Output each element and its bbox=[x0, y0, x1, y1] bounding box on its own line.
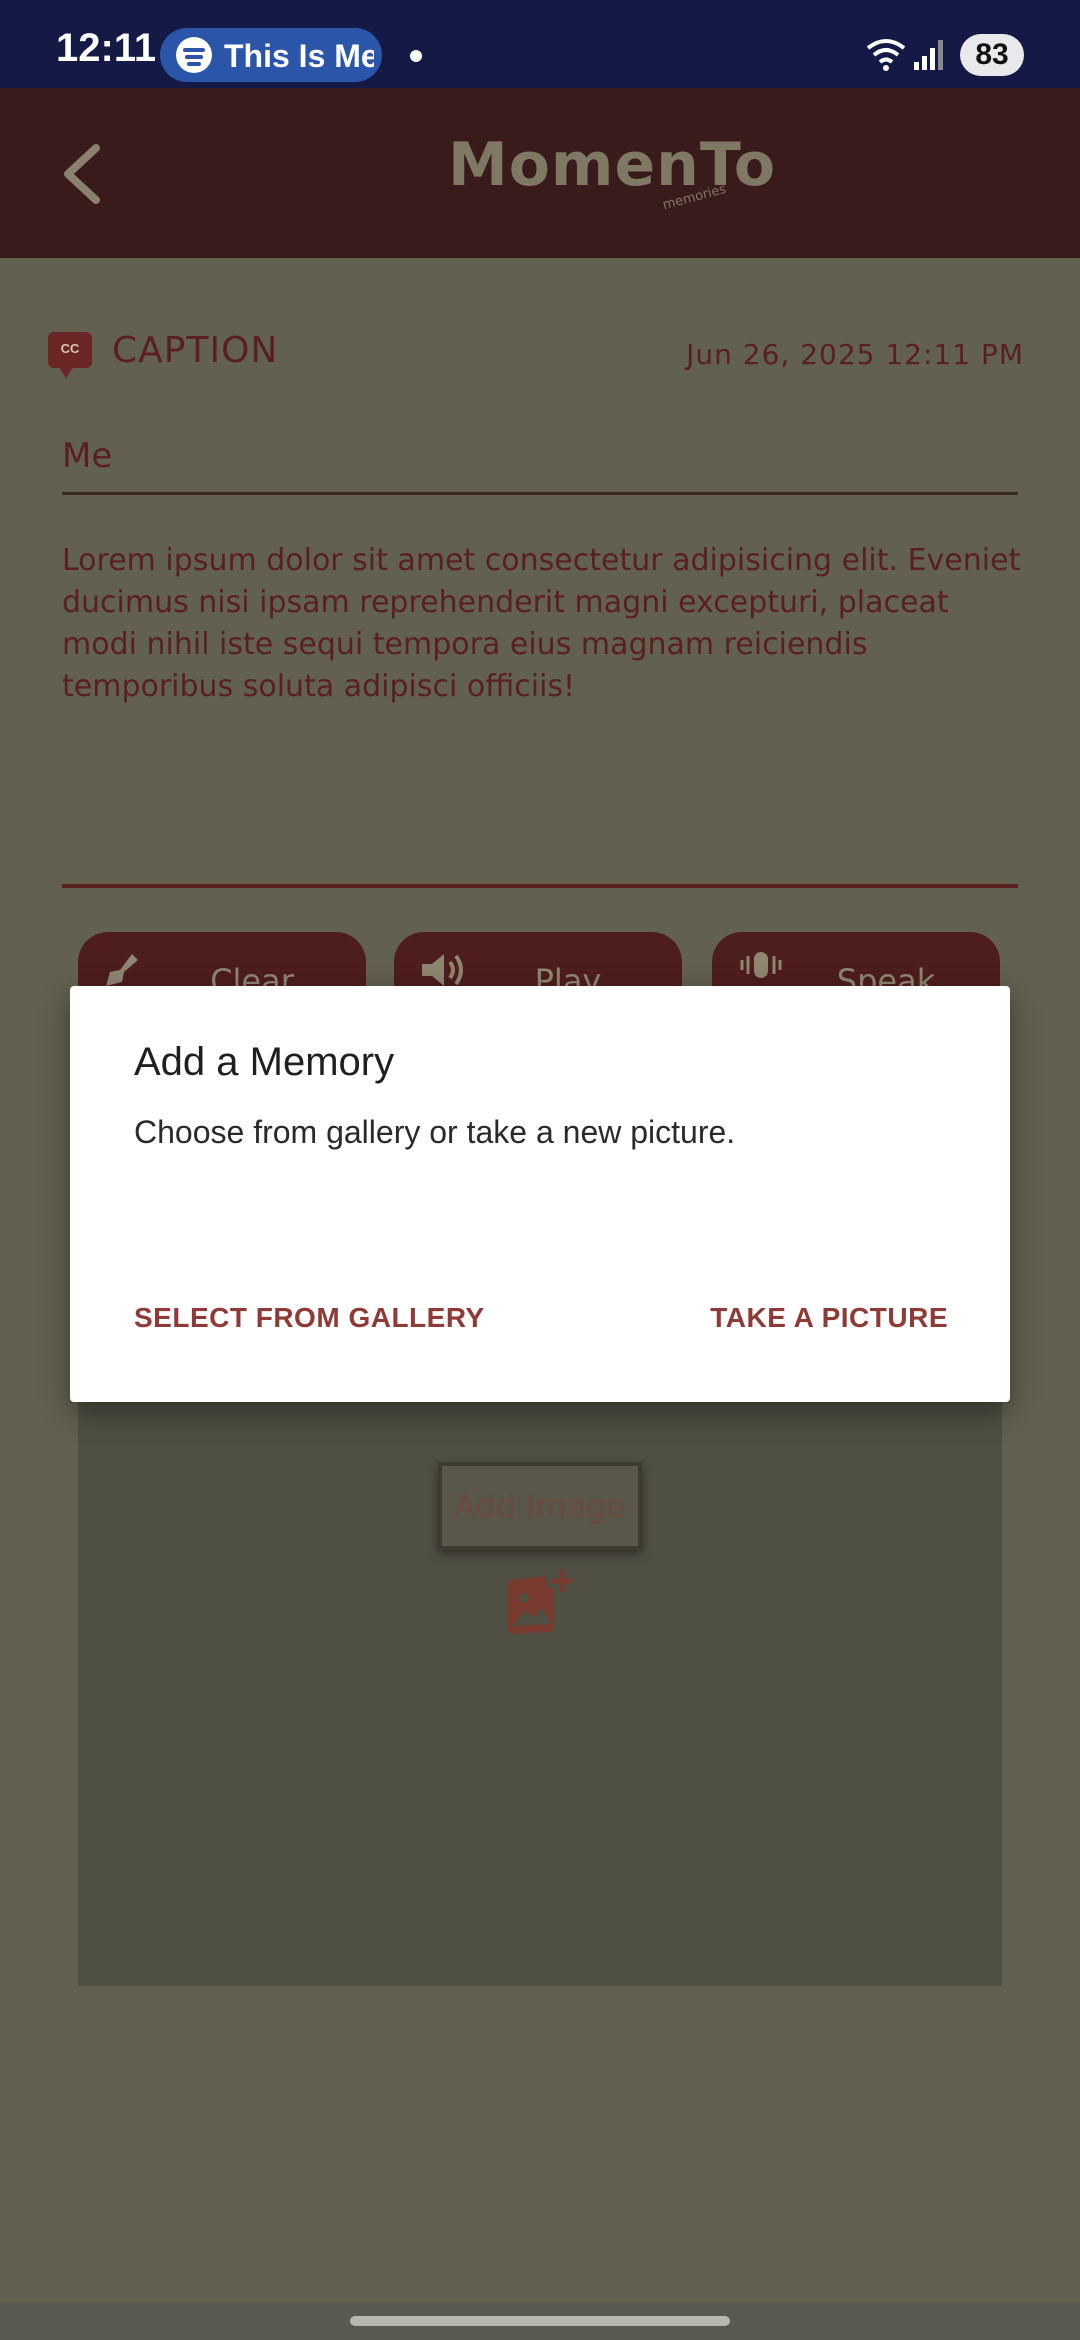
app-logo: MomenTo memories bbox=[448, 128, 775, 218]
battery-icon: 83 bbox=[960, 34, 1024, 76]
caption-row: CC CAPTION Jun 26, 2025 12:11 PM bbox=[48, 326, 1024, 382]
signal-icon bbox=[914, 40, 943, 70]
navigation-bar bbox=[0, 2302, 1080, 2340]
app-bar: MomenTo memories bbox=[0, 88, 1080, 258]
body-divider bbox=[62, 884, 1018, 888]
wifi-icon bbox=[866, 39, 906, 71]
memory-body-field[interactable]: Lorem ipsum dolor sit amet consectetur a… bbox=[62, 540, 1022, 708]
back-button[interactable] bbox=[54, 142, 114, 206]
media-pill-text: This Is Me bbox=[224, 38, 374, 74]
dialog-message: Choose from gallery or take a new pictur… bbox=[134, 1114, 736, 1150]
logo-text: MomenTo bbox=[448, 130, 777, 200]
dialog-title: Add a Memory bbox=[134, 1040, 395, 1084]
media-pill[interactable]: This Is Me bbox=[160, 28, 382, 82]
chevron-left-icon bbox=[64, 144, 100, 204]
caption-label: CAPTION bbox=[112, 330, 279, 371]
notification-dot bbox=[410, 50, 422, 62]
select-from-gallery-button[interactable]: SELECT FROM GALLERY bbox=[134, 1302, 485, 1334]
status-bar: 12:11 This Is Me 83 bbox=[0, 0, 1080, 88]
add-image-button[interactable]: Add Image bbox=[438, 1462, 642, 1550]
add-photo-icon[interactable] bbox=[502, 1568, 578, 1638]
spotify-icon bbox=[176, 37, 212, 73]
take-a-picture-button[interactable]: TAKE A PICTURE bbox=[710, 1302, 948, 1334]
status-time: 12:11 bbox=[56, 26, 157, 70]
memory-title-field[interactable]: Me bbox=[62, 436, 1018, 495]
image-area: Add Image bbox=[78, 1402, 1002, 1986]
closed-caption-icon: CC bbox=[48, 332, 92, 378]
add-memory-dialog: Add a Memory Choose from gallery or take… bbox=[70, 986, 1010, 1402]
caption-date: Jun 26, 2025 12:11 PM bbox=[686, 338, 1024, 371]
home-gesture-handle[interactable] bbox=[350, 2316, 730, 2326]
